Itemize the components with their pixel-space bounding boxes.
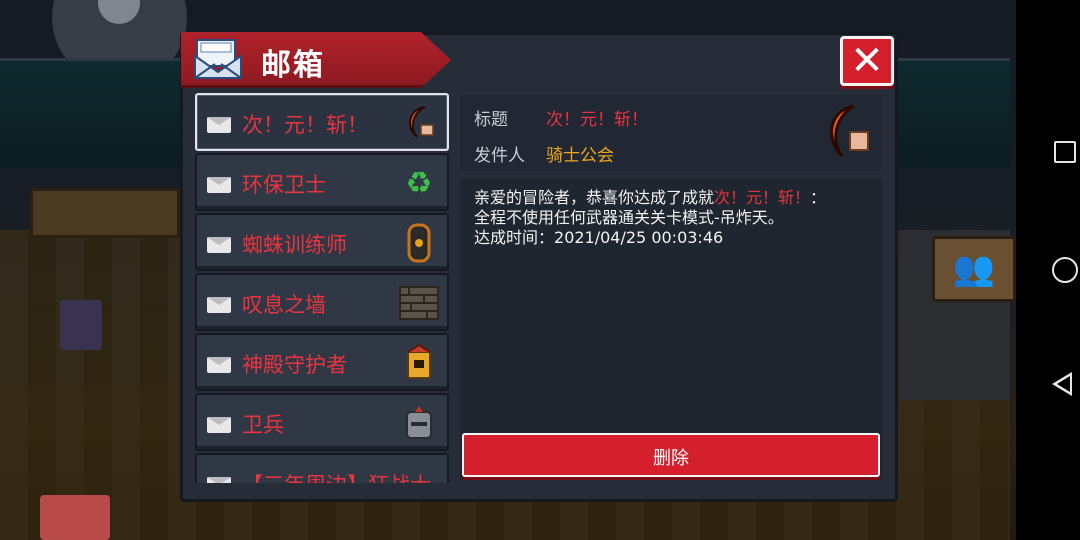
mail-item[interactable]: 神殿守护者 <box>195 333 449 391</box>
recycle-icon: ♻ <box>405 165 433 201</box>
delete-button-label: 删除 <box>653 448 689 469</box>
dialog-title: 邮箱 <box>261 48 325 83</box>
mail-item-label: 【三年周边】狂战士 <box>242 469 431 483</box>
crescent-blade-icon <box>397 101 441 145</box>
sender-label: 发件人 <box>474 146 525 166</box>
temple-guardian-icon <box>397 341 441 385</box>
spider-totem-icon <box>397 221 441 265</box>
title-label: 标题 <box>474 110 508 130</box>
guard-helmet-icon <box>397 401 441 445</box>
mail-content: 亲爱的冒险者，恭喜你达成了成就次！元！斩！： 全程不使用任何武器通关关卡模式-吊… <box>474 188 874 248</box>
envelope-icon <box>207 177 231 193</box>
envelope-icon <box>207 117 231 133</box>
mail-item[interactable]: 次！元！斩！ <box>195 93 449 151</box>
mail-item-label: 神殿守护者 <box>242 353 347 377</box>
title-value: 次！元！斩！ <box>546 110 648 130</box>
achievement-time: 2021/04/25 00:03:46 <box>554 228 724 247</box>
mail-item[interactable]: 卫兵 <box>195 393 449 451</box>
friends-icon: 👥 <box>952 249 996 289</box>
npc-creature <box>40 495 110 540</box>
envelope-icon <box>207 477 231 483</box>
envelope-icon <box>207 297 231 313</box>
home-button[interactable] <box>1052 257 1078 283</box>
mail-content-line2: 全程不使用任何武器通关关卡模式-吊炸天。 <box>474 208 784 227</box>
mail-item-label: 蜘蛛训练师 <box>242 233 347 257</box>
envelope-icon <box>207 357 231 373</box>
mail-content-line1: 亲爱的冒险者，恭喜你达成了成就次！元！斩！： <box>474 188 827 207</box>
mail-item-label: 叹息之墙 <box>242 293 326 317</box>
mail-item[interactable]: 叹息之墙 <box>195 273 449 331</box>
npc-witch <box>60 300 102 350</box>
mail-item-label: 次！元！斩！ <box>242 113 368 137</box>
mail-item-label: 卫兵 <box>242 413 284 437</box>
mail-item[interactable]: 【三年周边】狂战士 <box>195 453 449 483</box>
mail-item-label: 环保卫士 <box>242 173 326 197</box>
android-nav-bar <box>1016 0 1080 540</box>
envelope-icon <box>207 237 231 253</box>
mail-content-line3: 达成时间：2021/04/25 00:03:46 <box>474 228 724 247</box>
sender-value: 骑士公会 <box>546 146 614 166</box>
envelope-icon <box>207 417 231 433</box>
wall-icon <box>397 281 441 325</box>
delete-button[interactable]: 删除 <box>462 433 880 477</box>
mail-item[interactable]: 环保卫士 ♻ <box>195 153 449 211</box>
close-button[interactable]: ✕ <box>840 36 894 86</box>
achievement-name: 次！元！斩！ <box>714 188 811 207</box>
bookshelf <box>30 188 180 238</box>
mail-icon <box>194 39 242 79</box>
friends-button[interactable]: 👥 <box>932 236 1016 302</box>
mail-list[interactable]: 次！元！斩！ 环保卫士 ♻ 蜘蛛训练师 叹息之墙 神殿守护者 卫兵 <box>195 93 451 483</box>
crescent-blade-icon <box>816 102 876 162</box>
header-banner: 邮箱 <box>181 32 451 88</box>
close-icon: ✕ <box>850 38 884 84</box>
recents-button[interactable] <box>1054 141 1076 163</box>
mail-item[interactable]: 蜘蛛训练师 <box>195 213 449 271</box>
back-button[interactable] <box>1052 372 1072 396</box>
